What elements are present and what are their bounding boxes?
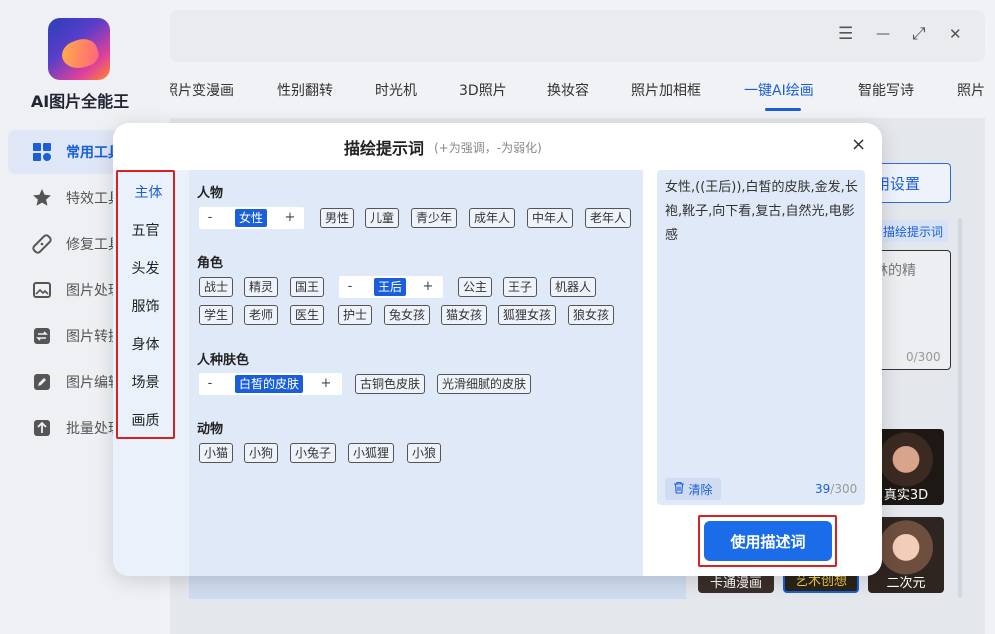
close-icon[interactable]: × bbox=[851, 135, 866, 155]
category-subject[interactable]: 主体 bbox=[119, 182, 178, 202]
content-strip bbox=[189, 575, 686, 599]
style-label: 二次元 bbox=[886, 576, 926, 591]
tab-cartoon[interactable]: 照片变漫画 bbox=[170, 80, 234, 100]
selected-tag[interactable]: 王后 bbox=[374, 278, 407, 296]
section-title-role: 角色 bbox=[197, 256, 224, 271]
tag-teen[interactable]: 青少年 bbox=[411, 208, 458, 228]
tag-king[interactable]: 国王 bbox=[290, 277, 325, 297]
app-title: AI图片全能王 bbox=[30, 92, 130, 111]
tab-frame[interactable]: 照片加相框 bbox=[631, 80, 701, 100]
tag-little-fox[interactable]: 小狐狸 bbox=[348, 443, 395, 463]
skin-stepper: - 白皙的皮肤 + bbox=[199, 373, 342, 395]
tag-robot[interactable]: 机器人 bbox=[550, 277, 597, 297]
prompt-text[interactable]: 女性,((王后)),白皙的皮肤,金发,长袍,靴子,向下看,复古,自然光,电影感 bbox=[665, 176, 861, 248]
tag-cat-girl[interactable]: 猫女孩 bbox=[441, 305, 488, 325]
tab-poetry[interactable]: 智能写诗 bbox=[858, 80, 914, 100]
tag-student[interactable]: 学生 bbox=[199, 305, 234, 325]
upload-icon bbox=[32, 418, 52, 438]
tag-little-wolf[interactable]: 小狼 bbox=[407, 443, 442, 463]
prompt-dialog: 描绘提示词 (+为强调，-为弱化) × 主体 五官 头发 服饰 身体 场景 画质… bbox=[113, 123, 882, 576]
category-body[interactable]: 身体 bbox=[116, 334, 175, 354]
dialog-title: 描绘提示词 bbox=[344, 139, 425, 158]
char-count-value: 39 bbox=[815, 482, 831, 496]
tag-child[interactable]: 儿童 bbox=[365, 208, 400, 228]
tag-kitten[interactable]: 小猫 bbox=[199, 443, 234, 463]
use-prompt-button[interactable]: 使用描述词 bbox=[704, 521, 832, 561]
tag-teacher[interactable]: 老师 bbox=[244, 305, 279, 325]
decrease-button[interactable]: - bbox=[201, 208, 219, 228]
tag-middle-aged[interactable]: 中年人 bbox=[527, 208, 574, 228]
dialog-subtitle: (+为强调，-为弱化) bbox=[434, 141, 542, 155]
textarea-count: 0/300 bbox=[906, 350, 941, 364]
category-features[interactable]: 五官 bbox=[116, 220, 175, 240]
person-stepper: - 女性 + bbox=[199, 207, 304, 229]
tag-male[interactable]: 男性 bbox=[320, 208, 355, 228]
tag-doctor[interactable]: 医生 bbox=[290, 305, 325, 325]
increase-button[interactable]: + bbox=[281, 208, 299, 228]
prompt-editor[interactable]: 女性,((王后)),白皙的皮肤,金发,长袍,靴子,向下看,复古,自然光,电影感 … bbox=[657, 170, 865, 505]
tab-ai-painting[interactable]: 一键AI绘画 bbox=[744, 80, 814, 100]
grid-icon bbox=[32, 142, 52, 162]
maximize-button[interactable]: ⤢ bbox=[912, 24, 926, 44]
feature-tabs: 照片变漫画 性别翻转 时光机 3D照片 换妆容 照片加相框 一键AI绘画 智能写… bbox=[170, 70, 995, 110]
title-bar bbox=[170, 10, 985, 62]
decrease-button[interactable]: - bbox=[201, 374, 219, 394]
tag-nurse[interactable]: 护士 bbox=[338, 305, 373, 325]
tag-warrior[interactable]: 战士 bbox=[199, 277, 234, 297]
trash-icon bbox=[673, 481, 685, 497]
tag-bunny-girl[interactable]: 兔女孩 bbox=[384, 305, 431, 325]
section-title-person: 人物 bbox=[197, 186, 224, 201]
tab-time-machine[interactable]: 时光机 bbox=[375, 80, 417, 100]
tag-princess[interactable]: 公主 bbox=[458, 277, 493, 297]
role-stepper: - 王后 + bbox=[339, 276, 443, 298]
section-title-skin: 人种肤色 bbox=[197, 353, 250, 368]
tag-area: 人物 - 女性 + 男性 儿童 青少年 成年人 中年人 老年人 角色 战士 精灵… bbox=[189, 170, 643, 576]
tab-makeup[interactable]: 换妆容 bbox=[547, 80, 589, 100]
tag-puppy[interactable]: 小狗 bbox=[244, 443, 279, 463]
prompt-tag-button[interactable]: 描绘提示词 bbox=[878, 220, 948, 242]
selected-tag[interactable]: 白皙的皮肤 bbox=[235, 375, 304, 393]
clear-label: 清除 bbox=[688, 482, 713, 497]
style-label: 卡通漫画 bbox=[709, 576, 762, 591]
tag-elderly[interactable]: 老年人 bbox=[585, 208, 632, 228]
star-icon bbox=[32, 188, 52, 208]
minimize-button[interactable]: — bbox=[876, 24, 890, 44]
category-quality[interactable]: 画质 bbox=[116, 410, 175, 430]
app-window: AI图片全能王 常用工具 特效工具 修复工具 图片处理 图片转换 图片编辑 批量… bbox=[0, 0, 995, 634]
category-list: 主体 五官 头发 服饰 身体 场景 画质 bbox=[113, 170, 189, 576]
app-logo bbox=[48, 18, 110, 80]
tag-smooth-skin[interactable]: 光滑细腻的皮肤 bbox=[437, 374, 532, 394]
tag-bronze-skin[interactable]: 古铜色皮肤 bbox=[355, 374, 426, 394]
tab-photo[interactable]: 照片 bbox=[957, 80, 985, 100]
tab-3d-photo[interactable]: 3D照片 bbox=[459, 80, 507, 100]
menu-icon[interactable]: ☰ bbox=[838, 24, 853, 44]
section-title-animal: 动物 bbox=[197, 422, 224, 437]
clear-button[interactable]: 清除 bbox=[665, 478, 721, 500]
tag-bunny[interactable]: 小兔子 bbox=[290, 443, 337, 463]
tag-fox-girl[interactable]: 狐狸女孩 bbox=[498, 305, 557, 325]
char-count: 39/300 bbox=[815, 482, 857, 496]
category-clothing[interactable]: 服饰 bbox=[116, 296, 175, 316]
edit-icon bbox=[32, 372, 52, 392]
char-count-max: /300 bbox=[830, 482, 858, 496]
decrease-button[interactable]: - bbox=[341, 277, 359, 297]
scrollbar[interactable] bbox=[958, 218, 962, 598]
category-hair[interactable]: 头发 bbox=[116, 258, 175, 278]
active-tab-indicator bbox=[765, 108, 801, 111]
tag-adult[interactable]: 成年人 bbox=[469, 208, 516, 228]
tag-prince[interactable]: 王子 bbox=[503, 277, 538, 297]
increase-button[interactable]: + bbox=[317, 374, 335, 394]
tab-gender-swap[interactable]: 性别翻转 bbox=[277, 80, 333, 100]
tag-wolf-girl[interactable]: 狼女孩 bbox=[568, 305, 615, 325]
selected-tag[interactable]: 女性 bbox=[235, 209, 268, 227]
image-icon bbox=[32, 280, 52, 300]
tag-elf[interactable]: 精灵 bbox=[244, 277, 279, 297]
convert-icon bbox=[32, 326, 52, 346]
bandage-icon bbox=[32, 234, 52, 254]
close-button[interactable]: ✕ bbox=[949, 24, 962, 44]
increase-button[interactable]: + bbox=[419, 277, 437, 297]
category-scene[interactable]: 场景 bbox=[116, 372, 175, 392]
